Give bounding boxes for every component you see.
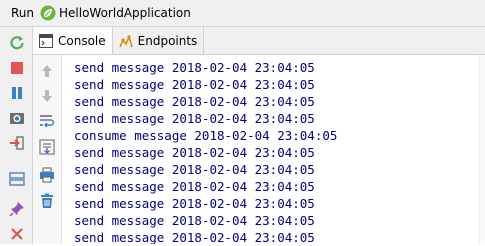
rerun-icon[interactable] (9, 35, 25, 51)
layout-icon[interactable] (9, 171, 25, 187)
console-icon (39, 33, 53, 48)
scroll-to-end-icon[interactable] (39, 139, 55, 155)
console-line: send message 2018-02-04 23:04:05 (74, 230, 315, 244)
tab-console-label: Console (58, 33, 106, 48)
console-line: send message 2018-02-04 23:04:05 (74, 145, 315, 160)
console-line: consume message 2018-02-04 23:04:05 (74, 128, 338, 143)
camera-icon[interactable] (9, 110, 25, 126)
console-line: send message 2018-02-04 23:04:05 (74, 60, 315, 75)
console-line: send message 2018-02-04 23:04:05 (74, 162, 315, 177)
endpoints-icon (118, 34, 133, 48)
up-arrow-icon[interactable] (39, 63, 55, 79)
tab-console[interactable]: Console (33, 27, 113, 54)
tab-endpoints-label: Endpoints (137, 33, 198, 48)
console-line: send message 2018-02-04 23:04:05 (74, 213, 315, 228)
down-arrow-icon[interactable] (39, 88, 55, 104)
console-line: send message 2018-02-04 23:04:05 (74, 111, 315, 126)
print-icon[interactable] (39, 167, 55, 183)
pin-icon[interactable] (9, 201, 25, 217)
spring-leaf-icon (40, 5, 56, 21)
close-icon[interactable] (9, 226, 25, 242)
run-toolwindow-header: Run HelloWorldApplication (0, 0, 485, 27)
run-tab-strip: Console Endpoints (33, 27, 485, 55)
console-line: send message 2018-02-04 23:04:05 (74, 196, 315, 211)
vertical-scrollbar[interactable] (479, 55, 485, 244)
stop-icon[interactable] (9, 60, 25, 76)
pause-icon[interactable] (9, 85, 25, 101)
console-output[interactable]: send message 2018-02-04 23:04:05 send mes… (62, 55, 485, 244)
console-line: send message 2018-02-04 23:04:05 (74, 179, 315, 194)
console-toolbar (33, 55, 62, 244)
tab-endpoints[interactable]: Endpoints (113, 27, 205, 54)
login-icon[interactable] (9, 135, 25, 151)
soft-wrap-icon[interactable] (39, 113, 55, 129)
run-config-name[interactable]: HelloWorldApplication (59, 6, 191, 20)
run-actions-toolbar (0, 27, 33, 244)
console-line: send message 2018-02-04 23:04:05 (74, 94, 315, 109)
console-line: send message 2018-02-04 23:04:05 (74, 77, 315, 92)
trash-icon[interactable] (39, 193, 55, 209)
run-label: Run (11, 6, 35, 20)
